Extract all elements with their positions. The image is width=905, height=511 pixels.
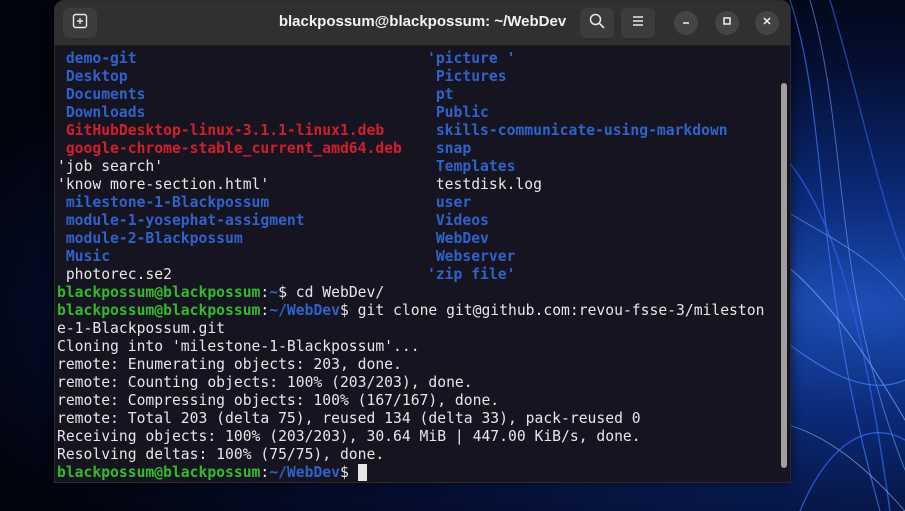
listing-entry: Pictures <box>427 68 507 85</box>
output-line: remote: Counting objects: 100% (203/203)… <box>57 374 473 391</box>
listing-entry: testdisk.log <box>427 176 542 193</box>
listing-entry: 'job search' <box>57 158 164 175</box>
command-text: git clone git@github.com:revou-fsse-3/mi… <box>357 302 765 319</box>
listing-entry: Webserver <box>427 248 516 265</box>
listing-entry: module-2-Blackpossum <box>57 230 243 247</box>
listing-entry: Templates <box>427 158 516 175</box>
listing-entry: WebDev <box>427 230 489 247</box>
listing-entry: 'picture ' <box>427 50 516 67</box>
listing-entry: snap <box>427 140 472 157</box>
scrollbar[interactable] <box>781 83 787 468</box>
search-icon <box>589 13 605 34</box>
search-button[interactable] <box>580 8 614 38</box>
command-text: cd WebDev/ <box>295 284 385 301</box>
prompt-line[interactable]: blackpossum@blackpossum:~/WebDev$ <box>57 464 367 482</box>
listing-entry: Videos <box>427 212 489 229</box>
listing-entry: milestone-1-Blackpossum <box>57 194 270 211</box>
prompt-colon: : <box>260 302 270 319</box>
prompt-line: blackpossum@blackpossum:~$ cd WebDev/ <box>57 284 384 302</box>
minimize-icon <box>680 14 692 32</box>
terminal-window: blackpossum@blackpossum: ~/WebDev demo-g… <box>54 0 791 483</box>
prompt-line: blackpossum@blackpossum:~/WebDev$ git cl… <box>57 302 764 320</box>
output-line: remote: Compressing objects: 100% (167/1… <box>57 392 500 409</box>
close-button[interactable] <box>755 11 779 35</box>
prompt-colon: : <box>260 464 270 481</box>
prompt-path: ~ <box>269 284 279 301</box>
listing-entry: Music <box>57 248 111 265</box>
hamburger-menu-icon <box>630 13 646 34</box>
menu-button[interactable] <box>621 8 655 38</box>
close-icon <box>761 14 773 32</box>
new-tab-icon <box>72 13 88 34</box>
listing-entry: 'know more-section.html' <box>57 176 270 193</box>
listing-entry: google-chrome-stable_current_amd64.deb <box>57 140 402 157</box>
output-line: Resolving deltas: 100% (75/75), done. <box>57 446 385 463</box>
prompt-symbol: $ <box>339 302 358 319</box>
listing-entry: Public <box>427 104 489 121</box>
listing-entry: pt <box>427 86 454 103</box>
output-line: remote: Total 203 (delta 75), reused 134… <box>57 410 641 427</box>
listing-entry: Documents <box>57 86 146 103</box>
maximize-icon <box>721 14 733 32</box>
listing-entry: Downloads <box>57 104 146 121</box>
listing-entry: demo-git <box>57 50 137 67</box>
new-tab-button[interactable] <box>63 8 97 38</box>
prompt-symbol: $ <box>278 284 296 301</box>
header-bar: blackpossum@blackpossum: ~/WebDev <box>55 1 790 46</box>
prompt-user: blackpossum@blackpossum <box>57 302 261 319</box>
prompt-path: ~/WebDev <box>269 302 340 319</box>
prompt-path: ~/WebDev <box>269 464 340 481</box>
listing-entry: Desktop <box>57 68 128 85</box>
listing-entry: GitHubDesktop-linux-3.1.1-linux1.deb <box>57 122 385 139</box>
output-line: remote: Enumerating objects: 203, done. <box>57 356 402 373</box>
prompt-user: blackpossum@blackpossum <box>57 284 261 301</box>
listing-entry: skills-communicate-using-markdown <box>427 122 728 139</box>
minimize-button[interactable] <box>674 11 698 35</box>
listing-entry: module-1-yosephat-assigment <box>57 212 305 229</box>
prompt-colon: : <box>260 284 270 301</box>
prompt-user: blackpossum@blackpossum <box>57 464 261 481</box>
text-cursor <box>357 464 367 481</box>
output-line: Cloning into 'milestone-1-Blackpossum'..… <box>57 338 420 355</box>
terminal-output[interactable]: demo-git Desktop Documents Downloads Git… <box>55 46 790 482</box>
listing-entry: 'zip file' <box>427 266 516 283</box>
output-line: e-1-Blackpossum.git <box>57 320 226 337</box>
output-line: Receiving objects: 100% (203/203), 30.64… <box>57 428 641 445</box>
prompt-symbol: $ <box>339 464 358 481</box>
maximize-button[interactable] <box>715 11 739 35</box>
listing-entry: user <box>427 194 472 211</box>
listing-entry: photorec.se2 <box>57 266 172 283</box>
